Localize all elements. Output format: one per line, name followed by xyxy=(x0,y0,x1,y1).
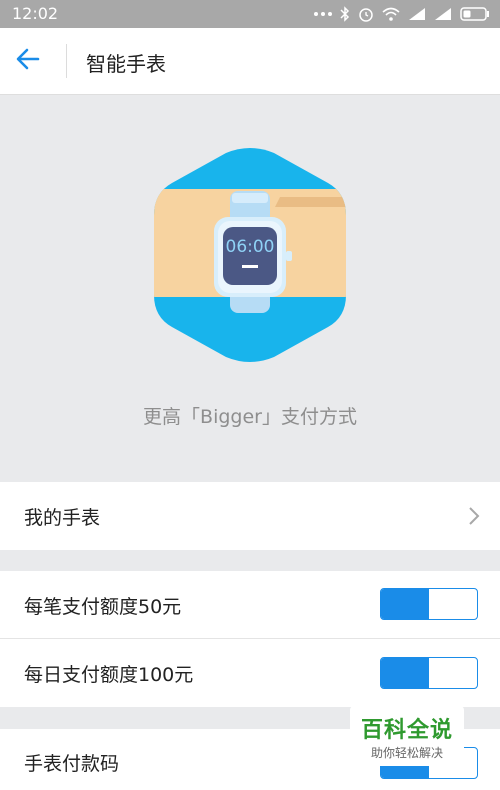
page-title: 智能手表 xyxy=(86,52,166,76)
watermark-logo: 百科全说 助你轻松解决 xyxy=(350,706,464,766)
per-payment-limit-toggle[interactable] xyxy=(380,588,478,620)
app-bar-divider xyxy=(66,44,67,78)
hero-banner: 06:00 更高「Bigger」支付方式 xyxy=(0,95,500,482)
daily-limit-label: 每日支付额度100元 xyxy=(24,664,194,686)
signal-icon xyxy=(434,7,452,21)
back-button[interactable] xyxy=(14,45,54,77)
daily-limit-row: 每日支付额度100元 xyxy=(0,639,500,707)
watermark-title: 百科全说 xyxy=(360,718,453,743)
bluetooth-icon xyxy=(340,6,350,22)
per-payment-limit-row: 每笔支付额度50元 xyxy=(0,571,500,638)
payment-code-label: 手表付款码 xyxy=(24,753,120,775)
watch-time-display: 06:00 xyxy=(226,237,275,257)
more-dots-icon xyxy=(314,11,332,17)
watermark-subtitle: 助你轻松解决 xyxy=(370,746,443,760)
status-time: 12:02 xyxy=(12,4,59,23)
daily-limit-toggle[interactable] xyxy=(380,657,478,689)
wifi-icon xyxy=(382,7,400,21)
hero-caption: 更高「Bigger」支付方式 xyxy=(143,406,357,428)
status-bar: 12:02 xyxy=(0,0,500,28)
per-payment-limit-label: 每笔支付额度50元 xyxy=(24,596,182,618)
back-arrow-icon xyxy=(16,48,40,70)
smartwatch-illustration: 06:00 xyxy=(154,148,346,362)
battery-icon xyxy=(460,7,490,21)
my-watch-label: 我的手表 xyxy=(24,507,101,529)
app-bar: 智能手表 xyxy=(0,28,500,95)
my-watch-row[interactable]: 我的手表 xyxy=(0,482,500,550)
chevron-right-icon xyxy=(469,507,480,525)
status-icons xyxy=(314,6,490,22)
alarm-icon xyxy=(358,6,374,22)
signal-icon xyxy=(408,7,426,21)
